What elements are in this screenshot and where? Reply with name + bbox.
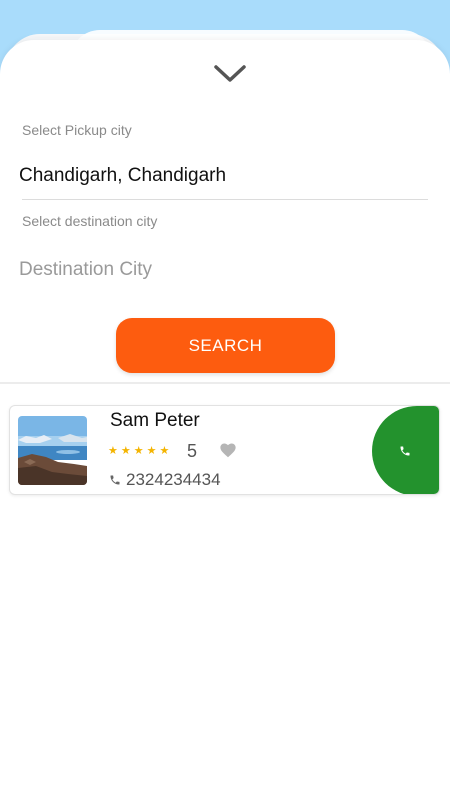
pickup-city-field[interactable]: Chandigarh, Chandigarh: [19, 165, 226, 187]
rating-stars: ★ ★ ★ ★ ★: [108, 444, 169, 458]
star-icon: ★: [146, 445, 157, 457]
chevron-down-icon[interactable]: [213, 63, 247, 85]
driver-phone: 2324234434: [126, 470, 221, 489]
rating-value: 5: [187, 441, 198, 461]
avatar: [18, 416, 87, 485]
driver-card[interactable]: Sam Peter ★ ★ ★ ★ ★ 5 2324234434: [9, 405, 440, 495]
destination-label: Select destination city: [22, 213, 158, 229]
divider: [0, 382, 450, 384]
call-button[interactable]: [372, 406, 439, 494]
star-icon: ★: [120, 445, 131, 457]
pickup-label: Select Pickup city: [22, 122, 132, 138]
star-icon: ★: [108, 445, 118, 457]
star-icon: ★: [159, 445, 170, 457]
call-icon: [400, 446, 410, 456]
phone-icon: [110, 475, 120, 485]
search-button[interactable]: SEARCH: [116, 318, 335, 373]
star-icon: ★: [133, 445, 144, 457]
pickup-underline: [22, 199, 428, 200]
destination-city-input[interactable]: Destination City: [19, 259, 152, 281]
heart-icon[interactable]: [219, 442, 237, 458]
driver-name: Sam Peter: [110, 410, 200, 431]
